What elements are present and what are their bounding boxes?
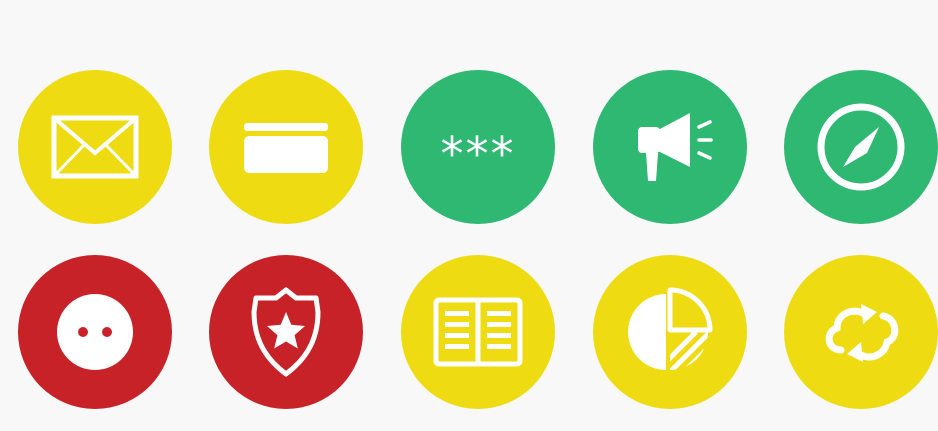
open-book-icon xyxy=(433,297,523,367)
socket-circle[interactable] xyxy=(18,255,172,409)
envelope-icon xyxy=(51,115,139,179)
socket-icon xyxy=(57,294,133,370)
police-badge-icon xyxy=(251,287,321,377)
megaphone-icon xyxy=(638,113,713,181)
pie-chart-icon xyxy=(628,287,713,370)
badge-circle[interactable] xyxy=(209,255,363,409)
envelope-circle[interactable] xyxy=(18,70,172,224)
compass-circle[interactable] xyxy=(784,70,938,224)
cloud-sync-circle[interactable] xyxy=(784,255,938,409)
icon-grid: *** xyxy=(0,0,938,431)
card-icon xyxy=(244,123,328,173)
card-circle[interactable] xyxy=(209,70,363,224)
megaphone-circle[interactable] xyxy=(593,70,747,224)
password-icon: *** xyxy=(440,127,516,181)
compass-icon xyxy=(817,103,905,191)
cloud-sync-icon xyxy=(825,304,899,362)
password-circle[interactable]: *** xyxy=(401,70,555,224)
book-circle[interactable] xyxy=(401,255,555,409)
pie-chart-circle[interactable] xyxy=(593,255,747,409)
